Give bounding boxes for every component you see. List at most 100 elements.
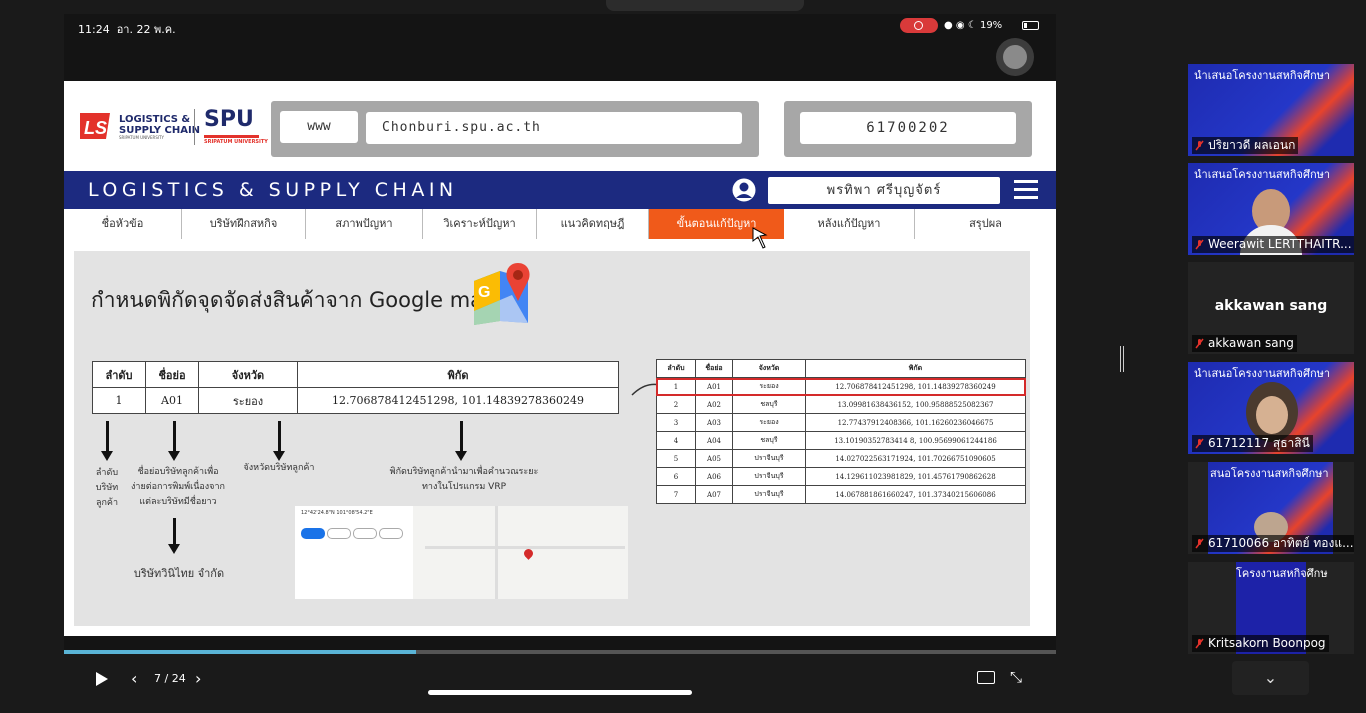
url-frame: www Chonburi.spu.ac.th [271,101,759,157]
split-view-handle[interactable] [1120,346,1124,372]
participant-name: 61710066 อาทิตย์ ทองแ... [1192,535,1354,552]
map-chip [327,528,351,539]
logo-text: LOGISTICS & SUPPLY CHAIN [119,114,201,136]
mic-off-icon [1195,140,1204,151]
table-row: 1 A01 ระยอง 12.706878412451298, 101.1483… [92,387,619,414]
header-province: จังหวัด [198,361,298,388]
video-caption: นำเสนอโครงงานสหกิจศึกษา [1194,168,1331,181]
map-road [425,546,625,549]
play-icon[interactable] [96,672,108,686]
label-order: ลำดับ บริษัท ลูกค้า [95,468,119,508]
participant-tile[interactable]: นำเสนอโครงงานสหกิจศึกษา Weerawit LERTTHA… [1188,163,1354,255]
header-province: จังหวัด [732,359,806,378]
mic-off-icon [1195,438,1204,449]
label-coordinate: พิกัดบริษัทลูกค้านำมาเพื่อคำนวณระยะ ทางใ… [389,467,539,492]
next-slide-icon[interactable]: › [195,669,201,688]
table-row: 2 A02 ชลบุรี 13.09981638436152, 100.9588852… [656,395,1026,414]
cell-abbr: A01 [145,387,199,414]
video-caption: นำเสนอโครงงานสหกิจศึกษา [1194,367,1331,380]
map-chip [379,528,403,539]
video-caption: นำเสนอโครงงานสหกิจศึกษา [1194,69,1331,82]
map-chip [353,528,377,539]
map-info-panel: 12°42'24.8"N 101°08'54.2"E [295,506,413,599]
spu-logo: SPU [204,107,254,132]
student-name: พรทิพา ศรีบุญจัตร์ [768,177,1000,204]
student-id: 61700202 [800,112,1016,144]
www-label: www [280,111,358,143]
header-coordinate: พิกัด [297,361,619,388]
spu-logo-bar [204,135,259,138]
battery-level [1024,23,1027,28]
mouse-cursor-icon [752,227,768,249]
header-abbr: ชื่อย่อ [695,359,733,378]
cell-order: 1 [92,387,146,414]
tab-analysis: วิเคราะห์ปัญหา [423,209,537,239]
participant-name: Weerawit LERTTHAITR... [1192,236,1354,253]
presentation-slide: LS LOGISTICS & SUPPLY CHAIN SRIPATUM UNIV… [64,81,1056,636]
participant-tile[interactable]: นำเสนอโครงงานสหกิจศึกษา ปริยาวดี ผลเอนก [1188,64,1354,156]
tab-theory: แนวคิดทฤษฎี [537,209,649,239]
collapse-icon[interactable]: ⤡ [1010,668,1022,686]
left-coordinate-table: ลำดับ ชื่อย่อ จังหวัด พิกัด 1 A01 ระยอง … [92,361,619,414]
playback-controls: ‹ 7 / 24 › ⤡ [64,654,1056,704]
record-icon [914,21,923,30]
ls-logo-icon: LS [80,113,110,139]
previous-slide-icon[interactable]: ‹ [131,669,137,688]
tab-after-solution: หลังแก้ปัญหา [784,209,915,239]
cell-coordinate: 12.706878412451298, 101.14839278360249 [297,387,619,414]
logo-divider [194,109,195,145]
map-pin-icon [522,547,535,560]
label-province: จังหวัดบริษัทลูกค้า [243,463,315,473]
device-status-bar: 11:24 อา. 22 พ.ค. ● ◉ ☾ 19% [64,14,1056,40]
participant-name: 61712117 สุธาสินี [1192,435,1313,452]
status-date: อา. 22 พ.ค. [116,23,176,36]
table-row: 6 A06 ปราจีนบุรี 14.129611023981829, 101.45… [656,467,1026,486]
nav-title: LOGISTICS & SUPPLY CHAIN [88,179,458,201]
header-coordinate: พิกัด [805,359,1026,378]
url-text: Chonburi.spu.ac.th [366,112,742,144]
video-caption: สนอโครงงานสหกิจศึกษา [1210,467,1329,480]
tab-company: บริษัทฝึกสหกิจ [182,209,306,239]
arrow-down-icon [455,421,467,461]
tab-topic: ชื่อหัวข้อ [64,209,182,239]
page-counter: 7 / 24 [154,672,186,685]
mic-off-icon [1195,638,1204,649]
participant-tile[interactable]: นำเสนอโครงงานสหกิจศึกษา 61712117 สุธาสิน… [1188,362,1354,454]
assistive-touch-button[interactable] [996,38,1034,76]
participant-name: ปริยาวดี ผลเอนก [1192,137,1299,154]
participant-face [1256,396,1288,434]
table-row: 5 A05 ปราจีนบุรี 14.027022563171924, 101.70… [656,449,1026,468]
arrow-down-icon [168,518,180,554]
header-abbr: ชื่อย่อ [145,361,199,388]
slide-tabs: ชื่อหัวข้อ บริษัทฝึกสหกิจ สภาพปัญหา วิเค… [64,209,1056,239]
participant-tile[interactable]: โครงงานสหกิจศึกษ Kritsakorn Boonpog [1188,562,1354,654]
video-caption: โครงงานสหกิจศึกษ [1236,567,1328,580]
participant-center-name: akkawan sang [1214,298,1328,314]
screen-record-indicator [900,18,938,33]
user-icon [731,177,757,203]
window-notch [606,0,804,11]
tab-problem: สภาพปัญหา [306,209,423,239]
svg-text:LS: LS [84,118,107,138]
arrow-down-icon [168,421,180,461]
cell-province: ระยอง [198,387,298,414]
mic-off-icon [1195,239,1204,250]
scroll-down-button[interactable]: ⌄ [1232,661,1309,695]
shared-screen: 11:24 อา. 22 พ.ค. ● ◉ ☾ 19% LS LOGISTICS… [64,14,1056,654]
tab-summary: สรุปผล [969,217,1002,230]
arrow-down-icon [273,421,285,461]
participant-tile[interactable]: akkawan sang akkawan sang [1188,262,1354,354]
status-icons: ● ◉ ☾ 19% [944,20,1003,31]
battery-percent: 19% [979,20,1003,31]
student-id-frame: 61700202 [784,101,1032,157]
participant-tile[interactable]: สนอโครงงานสหกิจศึกษา 61710066 อาทิตย์ ทอ… [1188,462,1354,554]
assistive-touch-icon [1003,45,1027,69]
logo-subtext: SRIPATUM UNIVERSITY [119,135,164,140]
spu-logo-subtext: SRIPATUM UNIVERSITY [204,139,268,145]
participant-name: akkawan sang [1192,335,1297,352]
label-abbr: ชื่อย่อบริษัทลูกค้าเพื่อ ง่ายต่อการพิมพ์… [131,467,225,507]
header-order: ลำดับ [656,359,696,378]
slide-content: กำหนดพิกัดจุดจัดส่งสินค้าจาก Google map … [74,251,1030,626]
keyboard-icon[interactable] [977,671,995,684]
map-coordinate: 12°42'24.8"N 101°08'54.2"E [301,510,373,516]
